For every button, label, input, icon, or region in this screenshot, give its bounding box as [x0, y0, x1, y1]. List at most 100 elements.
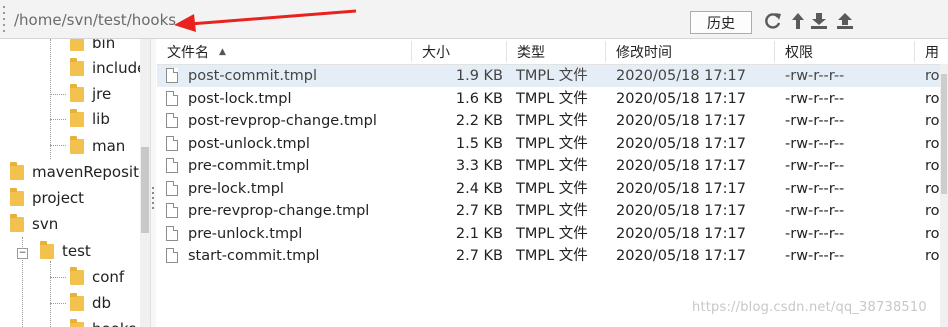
tree-scrollbar[interactable]: [140, 39, 150, 327]
table-row[interactable]: pre-commit.tmpl 3.3 KB TMPL 文件 2020/05/18 1…: [157, 155, 940, 177]
file-icon: [166, 90, 178, 106]
file-icon: [166, 68, 178, 83]
upload-icon[interactable]: [788, 11, 808, 31]
file-list-scrollbar[interactable]: [940, 64, 948, 327]
column-header-label: 文件名: [167, 44, 209, 61]
file-permissions: -rw-r--r--: [785, 135, 845, 152]
pane-splitter[interactable]: [151, 39, 156, 327]
column-header-owner[interactable]: 用: [917, 39, 948, 64]
tree-item-label: conf: [92, 268, 125, 286]
folder-icon: [40, 240, 54, 259]
tree-item-label: svn: [32, 215, 59, 233]
file-list-scrollbar-thumb[interactable]: [941, 74, 947, 194]
column-header-label: 权限: [785, 44, 813, 61]
folder-icon: [10, 187, 24, 206]
file-type: TMPL 文件: [516, 135, 588, 152]
path-field[interactable]: /home/svn/test/hooks: [14, 11, 176, 29]
file-icon: [166, 248, 178, 263]
table-row[interactable]: post-commit.tmpl 1.9 KB TMPL 文件 2020/05/18 …: [157, 65, 940, 87]
file-modified: 2020/05/18 17:17: [616, 225, 746, 242]
tree-item-label: project: [32, 189, 85, 207]
column-separator[interactable]: [605, 41, 606, 62]
file-icon: [166, 180, 178, 196]
download-icon[interactable]: [809, 11, 829, 31]
folder-icon: [70, 39, 84, 51]
table-header: 文件名 ▲ 大小 类型 修改时间 权限 用: [157, 39, 948, 65]
folder-icon: [70, 57, 84, 76]
column-header-name[interactable]: 文件名 ▲: [159, 39, 411, 64]
column-separator[interactable]: [506, 41, 507, 62]
file-name: post-lock.tmpl: [188, 90, 292, 107]
table-row[interactable]: pre-revprop-change.tmpl 2.7 KB TMPL 文件 2020…: [157, 200, 940, 222]
file-modified: 2020/05/18 17:17: [616, 248, 746, 264]
tree-item-test[interactable]: test: [40, 239, 91, 263]
table-row[interactable]: start-commit.tmpl 2.7 KB TMPL 文件 2020/05/18…: [157, 245, 940, 267]
toolbar-grip: [3, 6, 6, 32]
file-modified: 2020/05/18 17:17: [616, 158, 746, 174]
tree-item-man[interactable]: man: [70, 134, 125, 158]
file-size: 1.6 KB: [455, 90, 503, 107]
column-header-label: 类型: [517, 44, 545, 61]
column-header-size[interactable]: 大小: [414, 39, 504, 64]
file-icon: [166, 135, 178, 151]
tree-item-label: bin: [92, 39, 116, 52]
column-header-type[interactable]: 类型: [509, 39, 607, 64]
tree-guide-line: [50, 119, 66, 120]
collapse-toggle-icon[interactable]: −: [17, 248, 28, 259]
tree-item-label: lib: [92, 110, 110, 128]
tree-item-include[interactable]: include: [70, 56, 146, 80]
file-modified: 2020/05/18 17:17: [616, 135, 746, 152]
file-modified: 2020/05/18 17:17: [616, 180, 746, 197]
folder-icon: [70, 318, 84, 327]
column-header-label: 用: [925, 44, 939, 61]
file-modified: 2020/05/18 17:17: [616, 113, 746, 129]
tree-item-lib[interactable]: lib: [70, 107, 110, 131]
history-button[interactable]: 历史: [690, 11, 752, 34]
tree-item-conf[interactable]: conf: [70, 265, 124, 289]
tree-item-mavenrepository[interactable]: mavenReposito: [10, 160, 148, 184]
file-modified: 2020/05/18 17:17: [616, 90, 746, 107]
tree-scrollbar-thumb[interactable]: [141, 147, 149, 233]
table-row[interactable]: pre-unlock.tmpl 2.1 KB TMPL 文件 2020/05/18 1…: [157, 223, 940, 245]
column-separator[interactable]: [914, 41, 915, 62]
file-permissions: -rw-r--r--: [785, 203, 845, 219]
tree-item-bin[interactable]: bin: [70, 39, 115, 55]
file-size: 1.9 KB: [455, 68, 503, 84]
file-name: post-commit.tmpl: [188, 68, 318, 84]
file-size: 1.5 KB: [455, 135, 503, 152]
tree-item-project[interactable]: project: [10, 186, 84, 210]
column-header-permissions[interactable]: 权限: [777, 39, 912, 64]
tree-item-db[interactable]: db: [70, 291, 111, 315]
file-permissions: -rw-r--r--: [785, 248, 845, 264]
tree-item-hooks[interactable]: hooks: [70, 317, 136, 327]
column-separator[interactable]: [411, 41, 412, 62]
folder-icon: [70, 108, 84, 127]
table-row[interactable]: pre-lock.tmpl 2.4 KB TMPL 文件 2020/05/18 17:…: [157, 178, 940, 200]
file-permissions: -rw-r--r--: [785, 68, 845, 84]
file-owner: ro: [925, 225, 940, 242]
upload-up-icon[interactable]: [835, 11, 855, 31]
column-header-modified[interactable]: 修改时间: [608, 39, 773, 64]
file-icon: [166, 113, 178, 128]
table-row[interactable]: post-lock.tmpl 1.6 KB TMPL 文件 2020/05/18 17…: [157, 88, 940, 110]
tree-item-svn[interactable]: svn: [10, 212, 58, 236]
tree-guide-line: [50, 261, 51, 327]
tree-guide-line: [50, 277, 66, 278]
file-type: TMPL 文件: [516, 203, 588, 219]
table-row[interactable]: post-unlock.tmpl 1.5 KB TMPL 文件 2020/05/18 …: [157, 133, 940, 155]
file-type: TMPL 文件: [516, 158, 588, 174]
tree-guide-line: [50, 303, 66, 304]
table-row[interactable]: post-revprop-change.tmpl 2.2 KB TMPL 文件 202…: [157, 110, 940, 132]
file-size: 2.7 KB: [455, 248, 503, 264]
file-name: pre-revprop-change.tmpl: [188, 203, 370, 219]
column-separator[interactable]: [774, 41, 775, 62]
file-permissions: -rw-r--r--: [785, 180, 845, 197]
file-permissions: -rw-r--r--: [785, 158, 845, 174]
file-size: 2.1 KB: [455, 225, 503, 242]
tree-item-jre[interactable]: jre: [70, 82, 111, 106]
tree-item-label: db: [92, 294, 112, 312]
file-name: pre-commit.tmpl: [188, 158, 310, 174]
file-size: 2.7 KB: [455, 203, 503, 219]
file-owner: ro: [925, 68, 940, 84]
refresh-icon[interactable]: [763, 11, 783, 31]
